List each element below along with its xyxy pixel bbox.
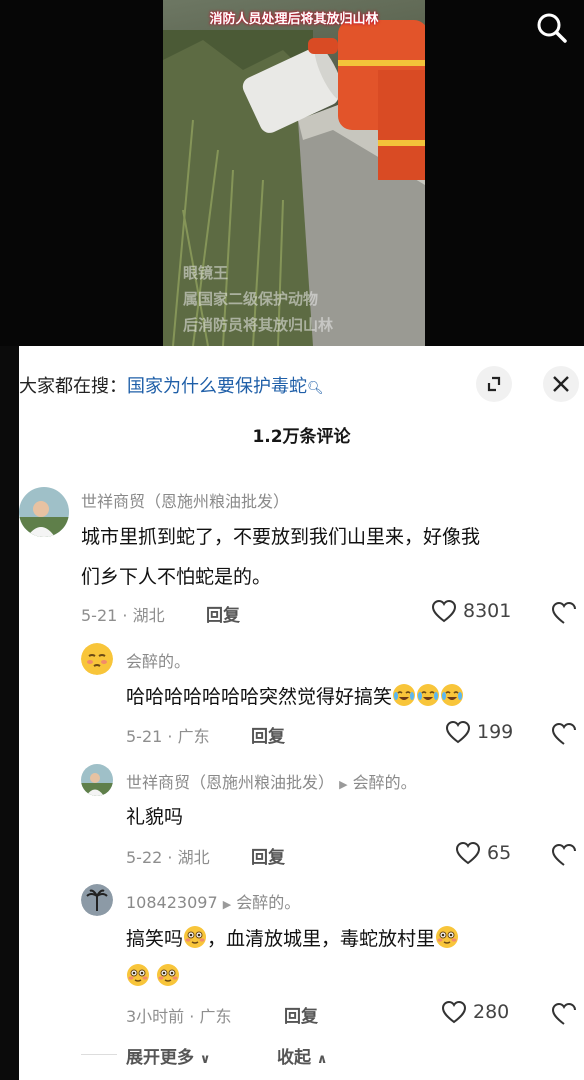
flushed-emoji-icon xyxy=(436,926,459,948)
avatar[interactable] xyxy=(81,643,113,675)
flushed-emoji-icon xyxy=(157,964,180,986)
video-overlay-line: 后消防员将其放归山林 xyxy=(183,316,334,334)
heart-icon xyxy=(431,599,457,623)
video-overlay-line: 眼镜王 xyxy=(183,264,229,282)
comment-text-content: 哈哈哈哈哈哈哈突然觉得好搞笑 xyxy=(126,686,393,708)
collapse-button[interactable]: 收起 ∧ xyxy=(277,1043,327,1068)
comment-author[interactable]: 会醉的。 xyxy=(126,648,190,672)
dislike-icon[interactable] xyxy=(549,601,579,629)
video-player[interactable]: 消防人员处理后将其放归山林 眼镜王 属国家二级保护动物 后消防员将其放归山林 xyxy=(0,0,584,346)
crying-laughing-emoji-icon xyxy=(393,684,416,706)
video-frame: 消防人员处理后将其放归山林 眼镜王 属国家二级保护动物 后消防员将其放归山林 xyxy=(163,0,425,346)
comment-count-title: 1.2万条评论 xyxy=(252,427,351,447)
search-small-icon: 🔍︎ xyxy=(307,381,324,396)
comment-author-line: 世祥商贸（恩施州粮油批发） ▶ 会醉的。 xyxy=(126,769,417,793)
crying-laughing-emoji-icon xyxy=(417,684,440,706)
video-overlay-line: 属国家二级保护动物 xyxy=(183,290,319,308)
comment-text-line: 城市里抓到蛇了，不要放到我们山里来，好像我 xyxy=(81,526,481,548)
reply-button[interactable]: 回复 xyxy=(251,722,285,747)
comment-author[interactable]: 世祥商贸（恩施州粮油批发） xyxy=(126,773,334,792)
reply-button[interactable]: 回复 xyxy=(206,601,240,626)
hot-search-query[interactable]: 国家为什么要保护毒蛇 xyxy=(127,376,307,397)
chevron-up-icon: ∧ xyxy=(316,1052,328,1067)
dislike-icon[interactable] xyxy=(549,722,579,750)
comment-meta: 3小时前 · 广东 xyxy=(126,1007,232,1026)
comment-text: 哈哈哈哈哈哈哈突然觉得好搞笑 xyxy=(126,678,464,716)
like-count: 65 xyxy=(487,842,512,864)
comment-text: 搞笑吗 ，血清放城里，毒蛇放村里 xyxy=(126,920,566,996)
expand-more-label: 展开更多 xyxy=(126,1048,194,1068)
like-button[interactable]: 65 xyxy=(455,841,511,865)
comment-author[interactable]: 108423097 xyxy=(126,893,218,912)
avatar[interactable] xyxy=(81,764,113,796)
fullscreen-expand-icon[interactable] xyxy=(476,366,512,402)
like-button[interactable]: 199 xyxy=(445,720,513,744)
flushed-emoji-icon xyxy=(184,926,207,948)
reply-button[interactable]: 回复 xyxy=(251,843,285,868)
comment-meta: 5-22 · 湖北 xyxy=(126,848,210,867)
divider xyxy=(81,1054,117,1055)
expand-more-button[interactable]: 展开更多 ∨ xyxy=(126,1043,210,1068)
flushed-emoji-icon xyxy=(127,964,149,986)
reply-arrow-icon: ▶ xyxy=(339,778,348,791)
like-button[interactable]: 8301 xyxy=(431,599,511,623)
hot-search-prefix: 大家都在搜： xyxy=(19,376,127,397)
chevron-down-icon: ∨ xyxy=(199,1052,211,1067)
video-caption: 消防人员处理后将其放归山林 xyxy=(209,12,379,27)
reply-to-author[interactable]: 会醉的。 xyxy=(353,773,417,792)
dislike-icon[interactable] xyxy=(549,1002,579,1030)
heart-icon xyxy=(455,841,481,865)
like-count: 8301 xyxy=(463,600,512,622)
comment-author[interactable]: 世祥商贸（恩施州粮油批发） xyxy=(81,488,289,512)
like-button[interactable]: 280 xyxy=(441,1000,509,1024)
hot-search-bar[interactable]: 大家都在搜：国家为什么要保护毒蛇🔍︎ xyxy=(19,372,324,398)
collapse-label: 收起 xyxy=(277,1048,311,1068)
crying-laughing-emoji-icon xyxy=(441,684,464,706)
dislike-icon[interactable] xyxy=(549,843,579,871)
comment-author-line: 108423097 ▶ 会醉的。 xyxy=(126,889,300,913)
comment-text-part: ，血清放城里，毒蛇放村里 xyxy=(207,928,436,950)
close-icon[interactable] xyxy=(543,366,579,402)
like-count: 199 xyxy=(477,721,514,743)
comments-panel: 大家都在搜：国家为什么要保护毒蛇🔍︎ 1.2万条评论 世祥商贸（恩施州粮油批发）… xyxy=(19,346,584,1080)
reply-arrow-icon: ▶ xyxy=(222,898,232,911)
like-count: 280 xyxy=(473,1001,510,1023)
comment-text: 礼貌吗 xyxy=(126,806,184,828)
reply-button[interactable]: 回复 xyxy=(284,1002,318,1027)
heart-icon xyxy=(441,1000,467,1024)
search-icon[interactable] xyxy=(532,8,572,48)
reply-to-author[interactable]: 会醉的。 xyxy=(236,893,300,912)
avatar[interactable] xyxy=(81,884,113,916)
avatar[interactable] xyxy=(19,487,69,537)
comment-text-line: 们乡下人不怕蛇是的。 xyxy=(81,566,272,588)
comment-text-part: 搞笑吗 xyxy=(126,928,184,950)
comment-meta: 5-21 · 广东 xyxy=(126,727,210,746)
heart-icon xyxy=(445,720,471,744)
comment-meta: 5-21 · 湖北 xyxy=(81,606,165,625)
